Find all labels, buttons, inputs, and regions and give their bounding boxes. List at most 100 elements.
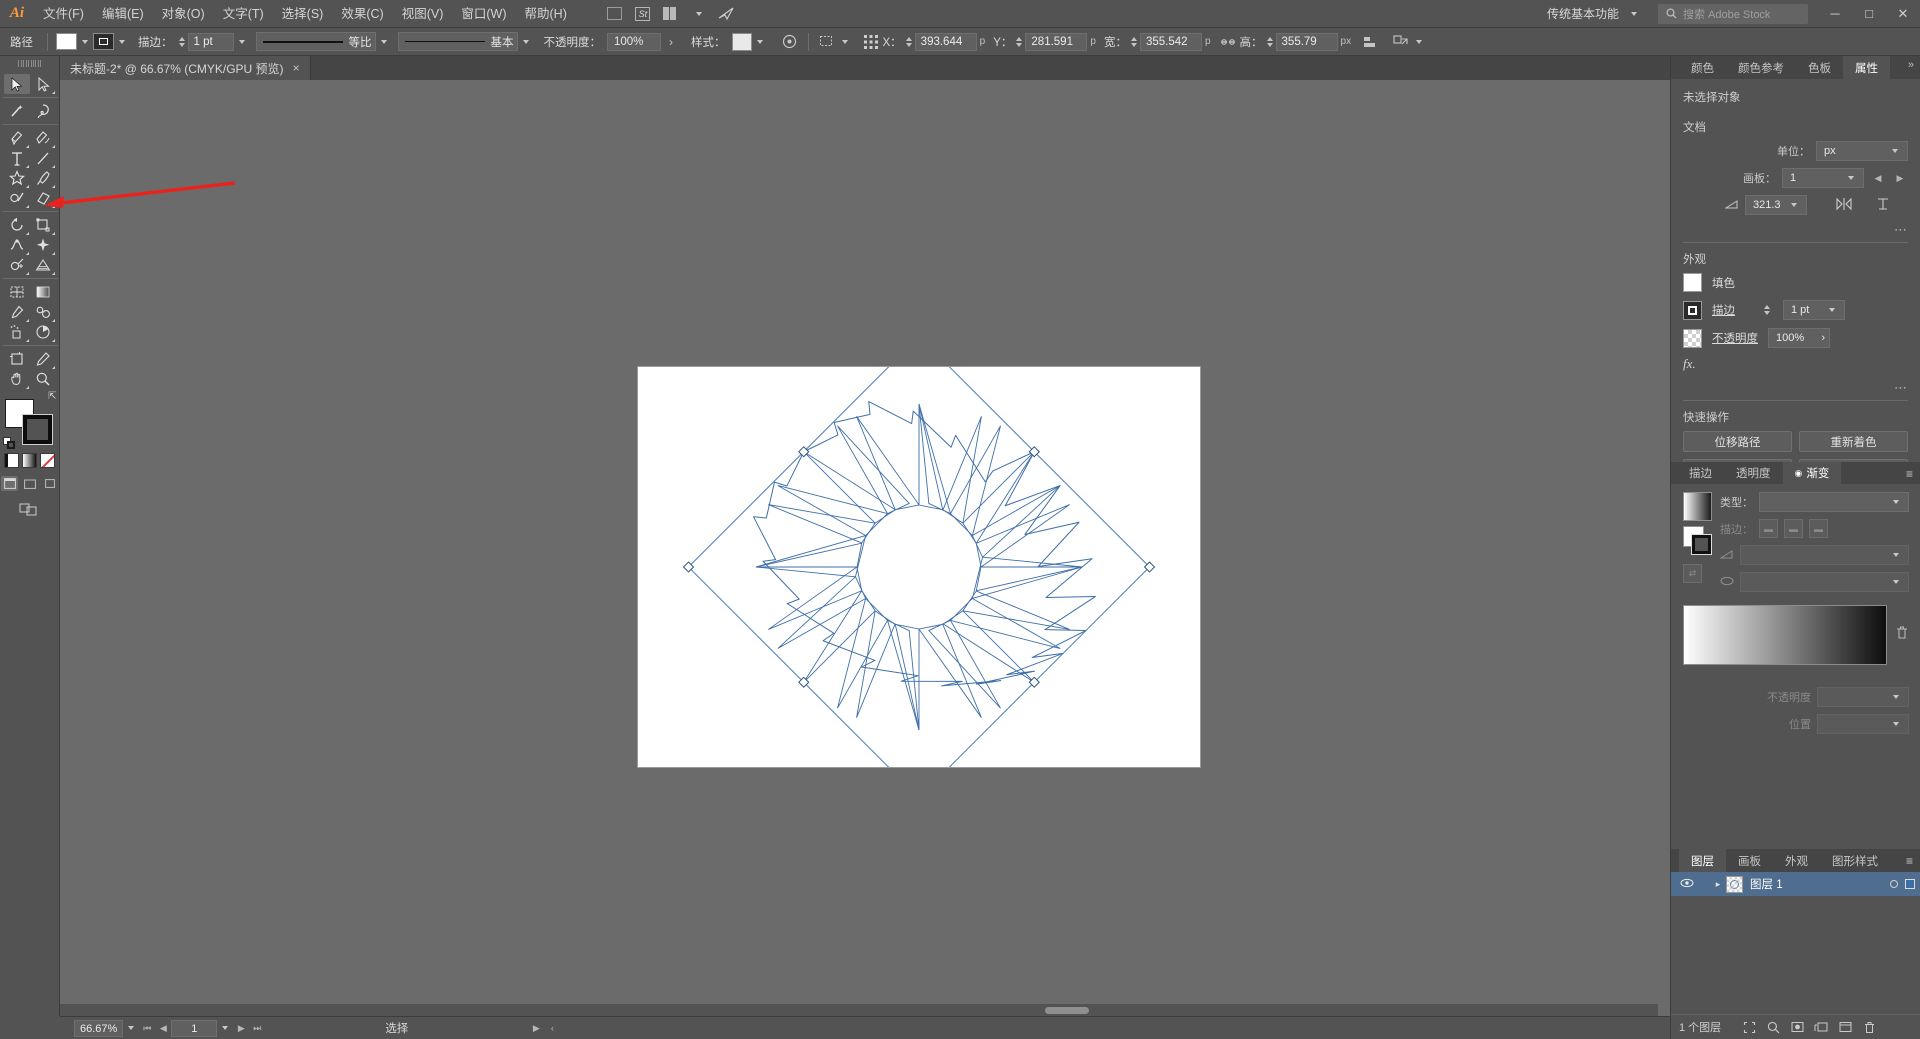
arrange-documents-icon[interactable]	[658, 3, 684, 25]
width-tool[interactable]	[4, 235, 30, 255]
first-artboard-icon[interactable]: ⏮	[139, 1020, 155, 1037]
gradient-tool[interactable]	[30, 282, 56, 302]
width-field[interactable]: 355.542	[1139, 32, 1202, 51]
opacity-field[interactable]: 100%	[607, 32, 661, 51]
qa-recolor[interactable]: 重新着色	[1799, 431, 1908, 452]
rotate-tool[interactable]	[4, 215, 30, 235]
transform-panel-icon[interactable]	[817, 32, 837, 52]
column-graph-tool[interactable]	[30, 322, 56, 342]
gradient-type-select[interactable]	[1759, 492, 1909, 512]
stroke-label[interactable]: 描边	[1712, 302, 1754, 318]
chevron-down-icon[interactable]	[119, 39, 125, 44]
shape-builder-tool[interactable]	[4, 255, 30, 275]
artboard-number-field[interactable]: 1	[171, 1019, 218, 1037]
symbol-sprayer-tool[interactable]	[4, 322, 30, 342]
layers-tab-graphic-styles[interactable]: 图形样式	[1820, 849, 1890, 872]
chevron-right-icon[interactable]: ▸	[1710, 879, 1726, 890]
color-mode-none-icon[interactable]	[40, 453, 55, 468]
menu-edit[interactable]: 编辑(E)	[93, 0, 153, 28]
stock-icon[interactable]: St	[630, 3, 656, 25]
fill-color-swatch[interactable]	[1683, 273, 1702, 292]
color-mode-gradient-icon[interactable]	[22, 453, 37, 468]
stroke-weight-stepper[interactable]	[178, 36, 185, 47]
direct-selection-tool[interactable]	[30, 74, 56, 94]
status-menu-icon[interactable]: ▶	[528, 1020, 544, 1037]
chevron-down-icon[interactable]	[756, 39, 763, 44]
bleed-field[interactable]: 321.3	[1745, 195, 1807, 215]
stroke-weight-field[interactable]: 1 pt	[1783, 300, 1845, 320]
screen-mode-full-menu-icon[interactable]	[21, 476, 38, 491]
lasso-tool[interactable]	[30, 101, 56, 121]
menu-file[interactable]: 文件(F)	[34, 0, 93, 28]
curvature-tool[interactable]	[30, 128, 56, 148]
menu-effect[interactable]: 效果(C)	[332, 0, 392, 28]
height-stepper[interactable]	[1266, 36, 1273, 47]
opacity-label[interactable]: 不透明度	[1712, 330, 1758, 346]
delete-stop-icon[interactable]	[1895, 625, 1909, 643]
delete-layer-icon[interactable]	[1857, 1017, 1881, 1037]
panel-grip[interactable]	[18, 60, 41, 67]
pen-tool[interactable]	[4, 128, 30, 148]
perspective-grid-tool[interactable]	[30, 255, 56, 275]
shaper-tool[interactable]	[4, 188, 30, 208]
opacity-field[interactable]: 100% ›	[1768, 328, 1830, 348]
paintbrush-tool[interactable]	[30, 168, 56, 188]
layers-tab-artboards[interactable]: 画板	[1726, 849, 1773, 872]
panel-menu-icon[interactable]: ≡	[1906, 467, 1913, 481]
gradient-preview-swatch[interactable]	[1683, 492, 1712, 521]
previous-artboard-icon[interactable]: ◀	[1870, 170, 1886, 187]
gradient-slider[interactable]	[1683, 605, 1887, 665]
menu-select[interactable]: 选择(S)	[273, 0, 333, 28]
next-artboard-icon[interactable]: ▶	[233, 1020, 249, 1037]
transform-options-icon[interactable]	[1391, 32, 1411, 52]
chevron-down-icon[interactable]	[128, 1026, 135, 1030]
menu-help[interactable]: 帮助(H)	[516, 0, 576, 28]
status-expand-icon[interactable]: ‹	[544, 1020, 560, 1037]
default-fill-stroke-icon[interactable]	[2, 437, 15, 449]
screen-mode-full-icon[interactable]	[41, 476, 58, 491]
flip-horizontal-icon[interactable]	[1835, 197, 1853, 214]
qa-offset-path[interactable]: 位移路径	[1683, 431, 1792, 452]
stroke-color-swatch[interactable]	[1683, 300, 1702, 320]
menu-view[interactable]: 视图(V)	[393, 0, 453, 28]
workspace-switcher[interactable]: 传统基本功能	[1537, 3, 1652, 25]
effects-icon[interactable]: fx.	[1683, 356, 1696, 372]
width-stepper[interactable]	[1130, 36, 1137, 47]
close-icon[interactable]: ✕	[1886, 0, 1920, 28]
artboard-tool[interactable]	[4, 349, 30, 369]
document-tab[interactable]: 未标题-2* @ 66.67% (CMYK/GPU 预览) ×	[60, 56, 311, 80]
search-icon[interactable]	[1761, 1017, 1785, 1037]
hand-tool[interactable]	[4, 369, 30, 389]
chevron-down-icon[interactable]	[1416, 39, 1423, 44]
opacity-swatch[interactable]	[1683, 328, 1702, 348]
gradient-opacity-field[interactable]	[1817, 687, 1909, 707]
y-stepper[interactable]	[1016, 36, 1023, 47]
panel-tab-swatches[interactable]: 色板	[1796, 56, 1843, 79]
scale-tool[interactable]	[30, 215, 56, 235]
brush-definition-combo[interactable]: 基本	[397, 32, 518, 51]
x-field[interactable]: 393.644	[914, 32, 977, 51]
chevron-down-icon[interactable]	[841, 39, 848, 44]
make-mask-icon[interactable]	[1785, 1017, 1809, 1037]
locate-object-icon[interactable]	[1737, 1017, 1761, 1037]
visibility-toggle-icon[interactable]	[1677, 878, 1697, 891]
reverse-gradient-icon[interactable]: ⇄	[1683, 564, 1702, 583]
eraser-tool[interactable]	[30, 188, 56, 208]
flip-vertical-icon[interactable]	[1875, 196, 1891, 215]
artwork-layer[interactable]	[638, 367, 1200, 767]
blend-tool[interactable]	[30, 302, 56, 322]
horizontal-scrollbar[interactable]	[60, 1004, 1658, 1016]
close-icon[interactable]: ×	[293, 61, 300, 75]
gradient-tab-stroke[interactable]: 描边	[1677, 462, 1724, 484]
gradient-stroke-across-icon[interactable]: ▬	[1809, 519, 1828, 538]
chevron-down-icon[interactable]	[222, 1026, 229, 1030]
last-artboard-icon[interactable]: ⏭	[249, 1020, 265, 1037]
panel-tab-color-guide[interactable]: 颜色参考	[1726, 56, 1796, 79]
canvas-area[interactable]	[60, 80, 1670, 1016]
zoom-tool[interactable]	[30, 369, 56, 389]
maximize-icon[interactable]: □	[1852, 0, 1886, 28]
panel-menu-icon[interactable]: ≡	[1906, 854, 1913, 868]
star-object[interactable]	[682, 367, 1156, 767]
y-field[interactable]: 281.591	[1025, 32, 1088, 51]
minimize-icon[interactable]: ─	[1818, 0, 1852, 28]
